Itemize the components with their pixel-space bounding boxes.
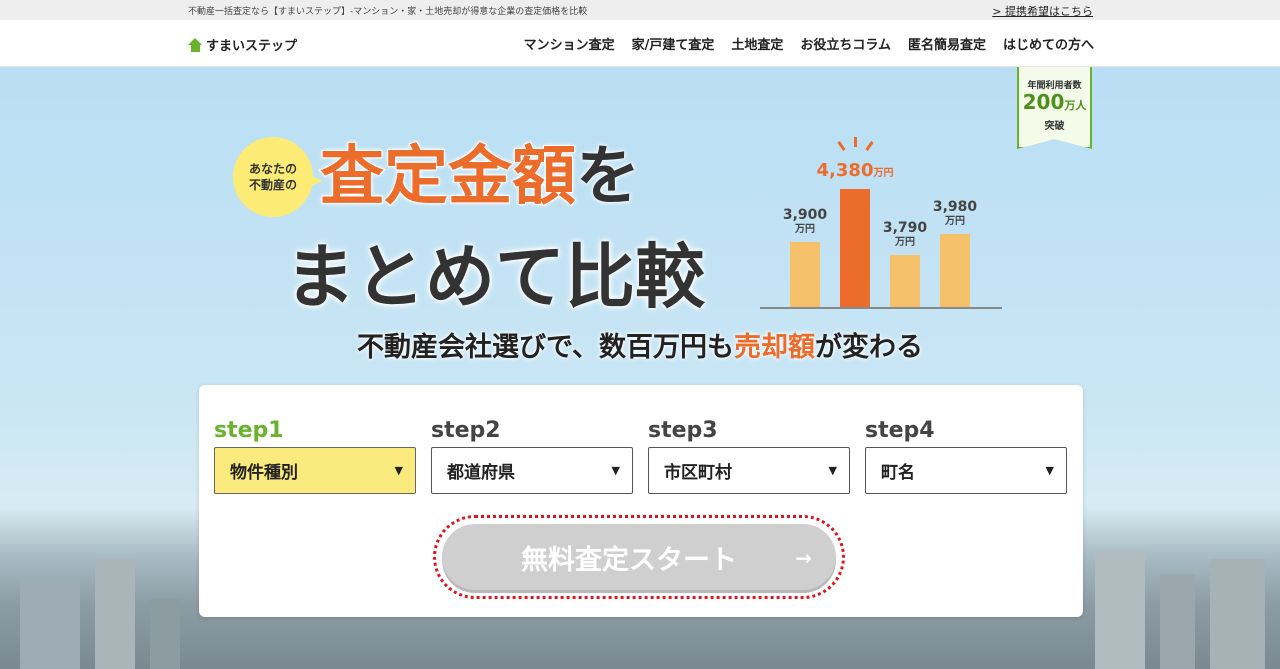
chart-unit: 万円	[895, 236, 915, 248]
main-nav: マンション査定 家/戸建て査定 土地査定 お役立ちコラム 匿名簡易査定 はじめて…	[524, 34, 1094, 53]
chart-value: 3,900	[782, 207, 828, 224]
assessment-form-card: step1 物件種別 ▼ step2 都道府県 ▼ step3 市区町村 ▼ s…	[199, 385, 1083, 617]
emphasis-spark-icon	[865, 141, 874, 151]
site-logo[interactable]: すまいステップ	[188, 35, 297, 54]
property-type-value: 物件種別	[230, 463, 298, 483]
chart-baseline	[760, 307, 1002, 309]
bubble-line1: あなたの	[248, 162, 297, 176]
partner-link[interactable]: > 提携希望はこちら	[992, 3, 1093, 19]
chart-value: 4,380	[816, 160, 874, 181]
subline-pre: 不動産会社選びで、数百万円も	[357, 332, 734, 363]
chart-bar	[940, 233, 970, 307]
step-3: step3 市区町村 ▼	[648, 417, 850, 494]
step-2: step2 都道府県 ▼	[431, 417, 633, 494]
prefecture-value: 都道府県	[447, 463, 515, 483]
badge-number: 200	[1022, 90, 1065, 114]
house-icon	[188, 37, 203, 52]
nav-mansion[interactable]: マンション査定	[524, 34, 615, 53]
step-1-label: step1	[214, 418, 284, 443]
start-button-highlight: 無料査定スタート →	[433, 515, 845, 599]
arrow-right-icon: →	[795, 546, 812, 570]
prefecture-select[interactable]: 都道府県 ▼	[431, 447, 633, 494]
chart-data-label: 4,380万円	[810, 162, 900, 180]
bubble-line2: 不動産の	[248, 178, 297, 192]
headline-emphasis: 査定金額	[319, 139, 577, 215]
emphasis-spark-icon	[837, 141, 846, 151]
city-select[interactable]: 市区町村 ▼	[648, 447, 850, 494]
speech-bubble: あなたの 不動産の	[233, 137, 323, 217]
chart-data-label: 3,790 万円	[880, 221, 930, 249]
chart-bar	[840, 189, 870, 307]
step-4: step4 町名 ▼	[865, 417, 1067, 494]
nav-column[interactable]: お役立ちコラム	[800, 34, 891, 53]
nav-anonymous[interactable]: 匿名簡易査定	[908, 34, 986, 53]
logo-text: すまいステップ	[206, 39, 298, 54]
headline-particle: を	[576, 140, 640, 214]
hero-section: 年間利用者数 200万人 突破 あなたの 不動産の 査定金額を まとめて比較 3…	[0, 67, 1280, 669]
top-info-bar: 不動産一括査定なら【すまいステップ】-マンション・家・土地売却が得意な企業の査定…	[0, 0, 1280, 20]
site-tagline: 不動産一括査定なら【すまいステップ】-マンション・家・土地売却が得意な企業の査定…	[188, 7, 588, 17]
step-2-label: step2	[431, 418, 501, 443]
free-assessment-start-button[interactable]: 無料査定スタート →	[442, 524, 836, 590]
chart-value: 3,980	[932, 198, 978, 215]
subline-emphasis: 売却額	[733, 332, 815, 363]
hero-subline: 不動産会社選びで、数百万円も売却額が変わる	[0, 325, 1280, 364]
nav-house[interactable]: 家/戸建て査定	[632, 34, 715, 53]
step-4-label: step4	[865, 418, 935, 443]
badge-number-wrap: 200万人	[1019, 91, 1090, 117]
dropdown-arrow-icon: ▼	[1045, 464, 1054, 477]
emphasis-spark-icon	[854, 137, 857, 147]
badge-suffix: 突破	[1044, 121, 1065, 132]
chart-unit: 万円	[873, 168, 894, 179]
hero-headline-1: 査定金額を	[319, 137, 640, 217]
chart-data-label: 3,900 万円	[780, 208, 830, 236]
nav-land[interactable]: 土地査定	[731, 34, 783, 53]
town-value: 町名	[881, 463, 915, 483]
badge-unit: 万人	[1064, 99, 1087, 112]
dropdown-arrow-icon: ▼	[611, 464, 620, 477]
dropdown-arrow-icon: ▼	[828, 464, 837, 477]
city-value: 市区町村	[664, 463, 732, 483]
chart-value: 3,790	[882, 219, 928, 236]
users-badge: 年間利用者数 200万人 突破	[1017, 67, 1092, 149]
chart-bar	[890, 254, 920, 307]
chart-unit: 万円	[795, 224, 815, 236]
chart-unit: 万円	[945, 215, 965, 227]
property-type-select[interactable]: 物件種別 ▼	[214, 447, 416, 494]
subline-post: が変わる	[814, 332, 923, 363]
chart-bar	[790, 242, 820, 307]
step-3-label: step3	[648, 418, 718, 443]
nav-beginners[interactable]: はじめての方へ	[1003, 34, 1094, 53]
dropdown-arrow-icon: ▼	[394, 464, 403, 477]
hero-headline-2: まとめて比較	[285, 236, 705, 318]
start-button-label: 無料査定スタート	[521, 544, 737, 576]
town-select[interactable]: 町名 ▼	[865, 447, 1067, 494]
site-header: すまいステップ マンション査定 家/戸建て査定 土地査定 お役立ちコラム 匿名簡…	[0, 20, 1280, 67]
price-comparison-chart: 3,900 万円 4,380万円 3,790 万円 3,980 万円	[755, 135, 1005, 310]
chart-data-label: 3,980 万円	[930, 200, 980, 228]
step-1: step1 物件種別 ▼	[214, 417, 416, 494]
